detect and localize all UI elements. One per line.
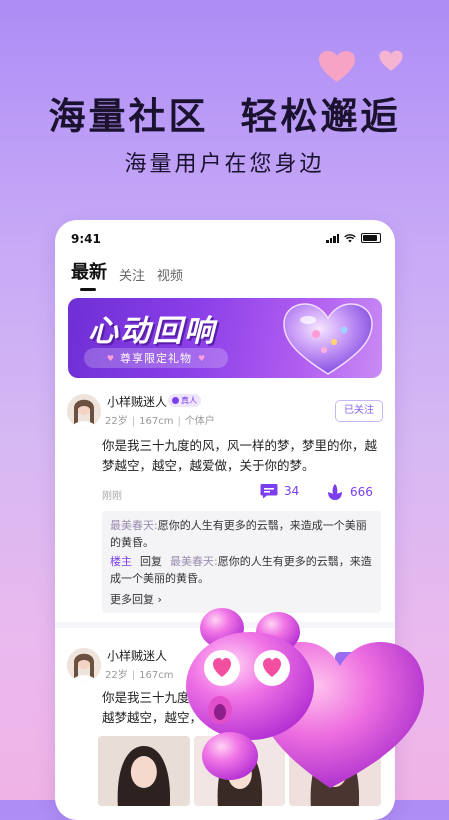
headline-right: 轻松邂逅 (240, 95, 401, 138)
status-icons (326, 233, 381, 243)
comment-count[interactable]: 34 (260, 483, 299, 499)
verified-badge: 真人 (168, 394, 201, 407)
status-time: 9:41 (71, 232, 101, 246)
headline-left: 海量社区 (48, 95, 209, 138)
promo-subline: 海量用户在您身边 (124, 152, 325, 177)
host-tag: 楼主 (110, 555, 132, 568)
like-count[interactable]: 666 (326, 483, 373, 501)
heart-mascot-icon (186, 608, 424, 788)
banner-pill: ♥ 尊享限定礼物 ♥ (84, 348, 228, 368)
reply-item[interactable]: 楼主 回复 最美春天:愿你的人生有更多的云翳，来造成一个美丽的黄昏。 (110, 553, 373, 587)
promo-headline: 海量社区 轻松邂逅 (0, 86, 449, 140)
feed-tabs: 最新 关注 视频 (71, 258, 183, 291)
wifi-icon (344, 234, 356, 243)
tab-following[interactable]: 关注 (119, 265, 145, 284)
heart-decoration-icon (379, 50, 403, 71)
banner-title: 心动回响 (88, 314, 216, 349)
signal-icon (326, 233, 339, 243)
followed-button[interactable]: 已关注 (335, 400, 383, 422)
username[interactable]: 小样贼迷人 (107, 647, 167, 664)
post-card: 小样贼迷人 真人 22岁 | 167cm | 个体户 已关注 你是我三十九度的风，风一样… (55, 388, 395, 628)
glass-heart-icon (283, 303, 373, 375)
user-meta: 22岁 | 167cm | 个体户 (105, 416, 215, 427)
post-time: 刚刚 (102, 491, 122, 502)
flower-icon (328, 484, 342, 500)
small-heart-icon: ♥ (106, 353, 114, 363)
comment-icon (260, 484, 278, 499)
tab-video[interactable]: 视频 (157, 265, 183, 284)
heart-decoration-icon (319, 51, 355, 82)
avatar[interactable] (67, 394, 101, 428)
username[interactable]: 小样贼迷人 (107, 393, 167, 410)
battery-icon (361, 233, 381, 243)
avatar[interactable] (67, 648, 101, 682)
promo-banner[interactable]: 心动回响 ♥ 尊享限定礼物 ♥ (68, 298, 382, 378)
reply-item[interactable]: 最美春天:愿你的人生有更多的云翳，来造成一个美丽的黄昏。 (110, 517, 373, 551)
tab-latest[interactable]: 最新 (71, 258, 107, 291)
post-content: 你是我三十九度的风，风一样的梦，梦里的你，越梦越空，越空，越爱做，关于你的梦。 (102, 438, 378, 473)
small-heart-icon: ♥ (198, 353, 206, 363)
status-bar: 9:41 (55, 220, 395, 250)
